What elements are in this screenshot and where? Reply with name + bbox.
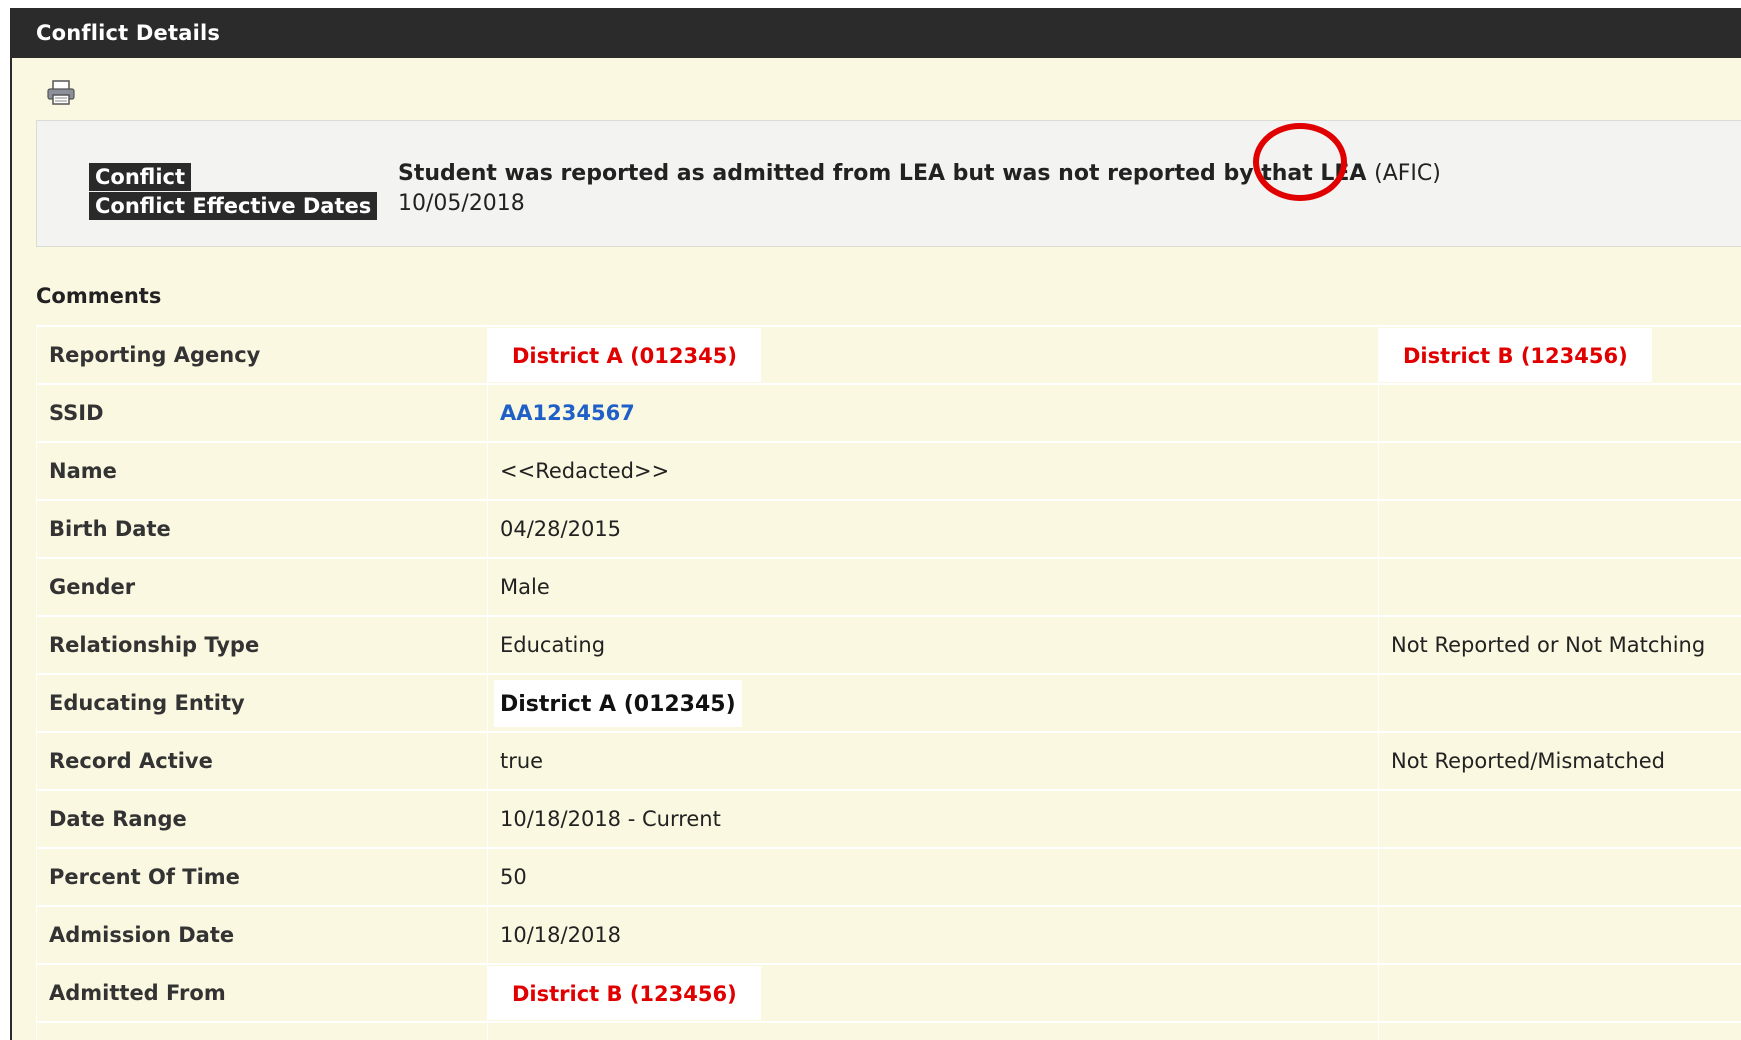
row-label: Percent Of Time	[36, 847, 488, 907]
table-row: Name <<Redacted>>	[36, 441, 1741, 501]
conflict-details-table: Reporting Agency District A (012345) Dis…	[36, 325, 1741, 1040]
row-value: 50	[487, 847, 1379, 907]
row-label: SSID	[36, 383, 488, 443]
conflict-details-window: Conflict Details Conflict Conflict Effec…	[10, 8, 1741, 1040]
ssid-link[interactable]: AA1234567	[500, 401, 635, 425]
row-label: Admission Date	[36, 905, 488, 965]
row-value: Male	[487, 557, 1379, 617]
admitted-from-value: District B (123456)	[488, 966, 761, 1020]
row-value: <<Redacted>>	[487, 441, 1379, 501]
row-other: Not Reported or Not Matching	[1378, 615, 1741, 675]
table-row: Admission Date 10/18/2018	[36, 905, 1741, 965]
table-row: Percent Of Time 50	[36, 847, 1741, 907]
table-row: Relationship Type Educating Not Reported…	[36, 615, 1741, 675]
row-value: 04/28/2015	[487, 499, 1379, 559]
row-other	[1378, 847, 1741, 907]
row-value: 10/18/2018 - Current	[487, 789, 1379, 849]
table-row	[36, 1021, 1741, 1040]
printer-icon[interactable]	[46, 80, 76, 106]
row-other	[1378, 905, 1741, 965]
table-row: Record Active true Not Reported/Mismatch…	[36, 731, 1741, 791]
educating-entity-value: District A (012345)	[494, 679, 742, 727]
conflict-summary-panel: Conflict Conflict Effective Dates Studen…	[36, 120, 1741, 247]
row-other	[1378, 383, 1741, 443]
comments-heading: Comments	[36, 284, 162, 308]
table-row: Admitted From District B (123456)	[36, 963, 1741, 1023]
table-row: Birth Date 04/28/2015	[36, 499, 1741, 559]
conflict-effective-dates-label: Conflict Effective Dates	[89, 192, 378, 220]
row-other	[1378, 557, 1741, 617]
highlight-circle-annotation	[1253, 123, 1347, 201]
table-row: Date Range 10/18/2018 - Current	[36, 789, 1741, 849]
conflict-code: (AFIC)	[1374, 161, 1441, 186]
row-label: Reporting Agency	[36, 325, 488, 385]
row-value: 10/18/2018	[487, 905, 1379, 965]
row-other	[1378, 499, 1741, 559]
table-row: Reporting Agency District A (012345) Dis…	[36, 325, 1741, 385]
conflict-description: Student was reported as admitted from LE…	[398, 161, 1367, 186]
row-label: Relationship Type	[36, 615, 488, 675]
row-label: Admitted From	[36, 963, 488, 1023]
row-other: Not Reported/Mismatched	[1378, 731, 1741, 791]
row-label: Name	[36, 441, 488, 501]
row-label: Birth Date	[36, 499, 488, 559]
row-label: Record Active	[36, 731, 488, 791]
reporting-agency-other: District B (123456)	[1379, 328, 1652, 382]
conflict-label: Conflict	[89, 163, 192, 191]
row-value: Educating	[487, 615, 1379, 675]
row-label: Gender	[36, 557, 488, 617]
table-row: Gender Male	[36, 557, 1741, 617]
conflict-effective-date: 10/05/2018	[398, 191, 525, 216]
row-other	[1378, 673, 1741, 733]
window-title: Conflict Details	[12, 8, 1741, 58]
reporting-agency-value: District A (012345)	[488, 328, 761, 382]
table-row: Educating Entity District A (012345)	[36, 673, 1741, 733]
row-other	[1378, 441, 1741, 501]
row-label: Date Range	[36, 789, 488, 849]
row-other	[1378, 963, 1741, 1023]
row-value: true	[487, 731, 1379, 791]
row-label: Educating Entity	[36, 673, 488, 733]
table-row: SSID AA1234567	[36, 383, 1741, 443]
row-other	[1378, 789, 1741, 849]
